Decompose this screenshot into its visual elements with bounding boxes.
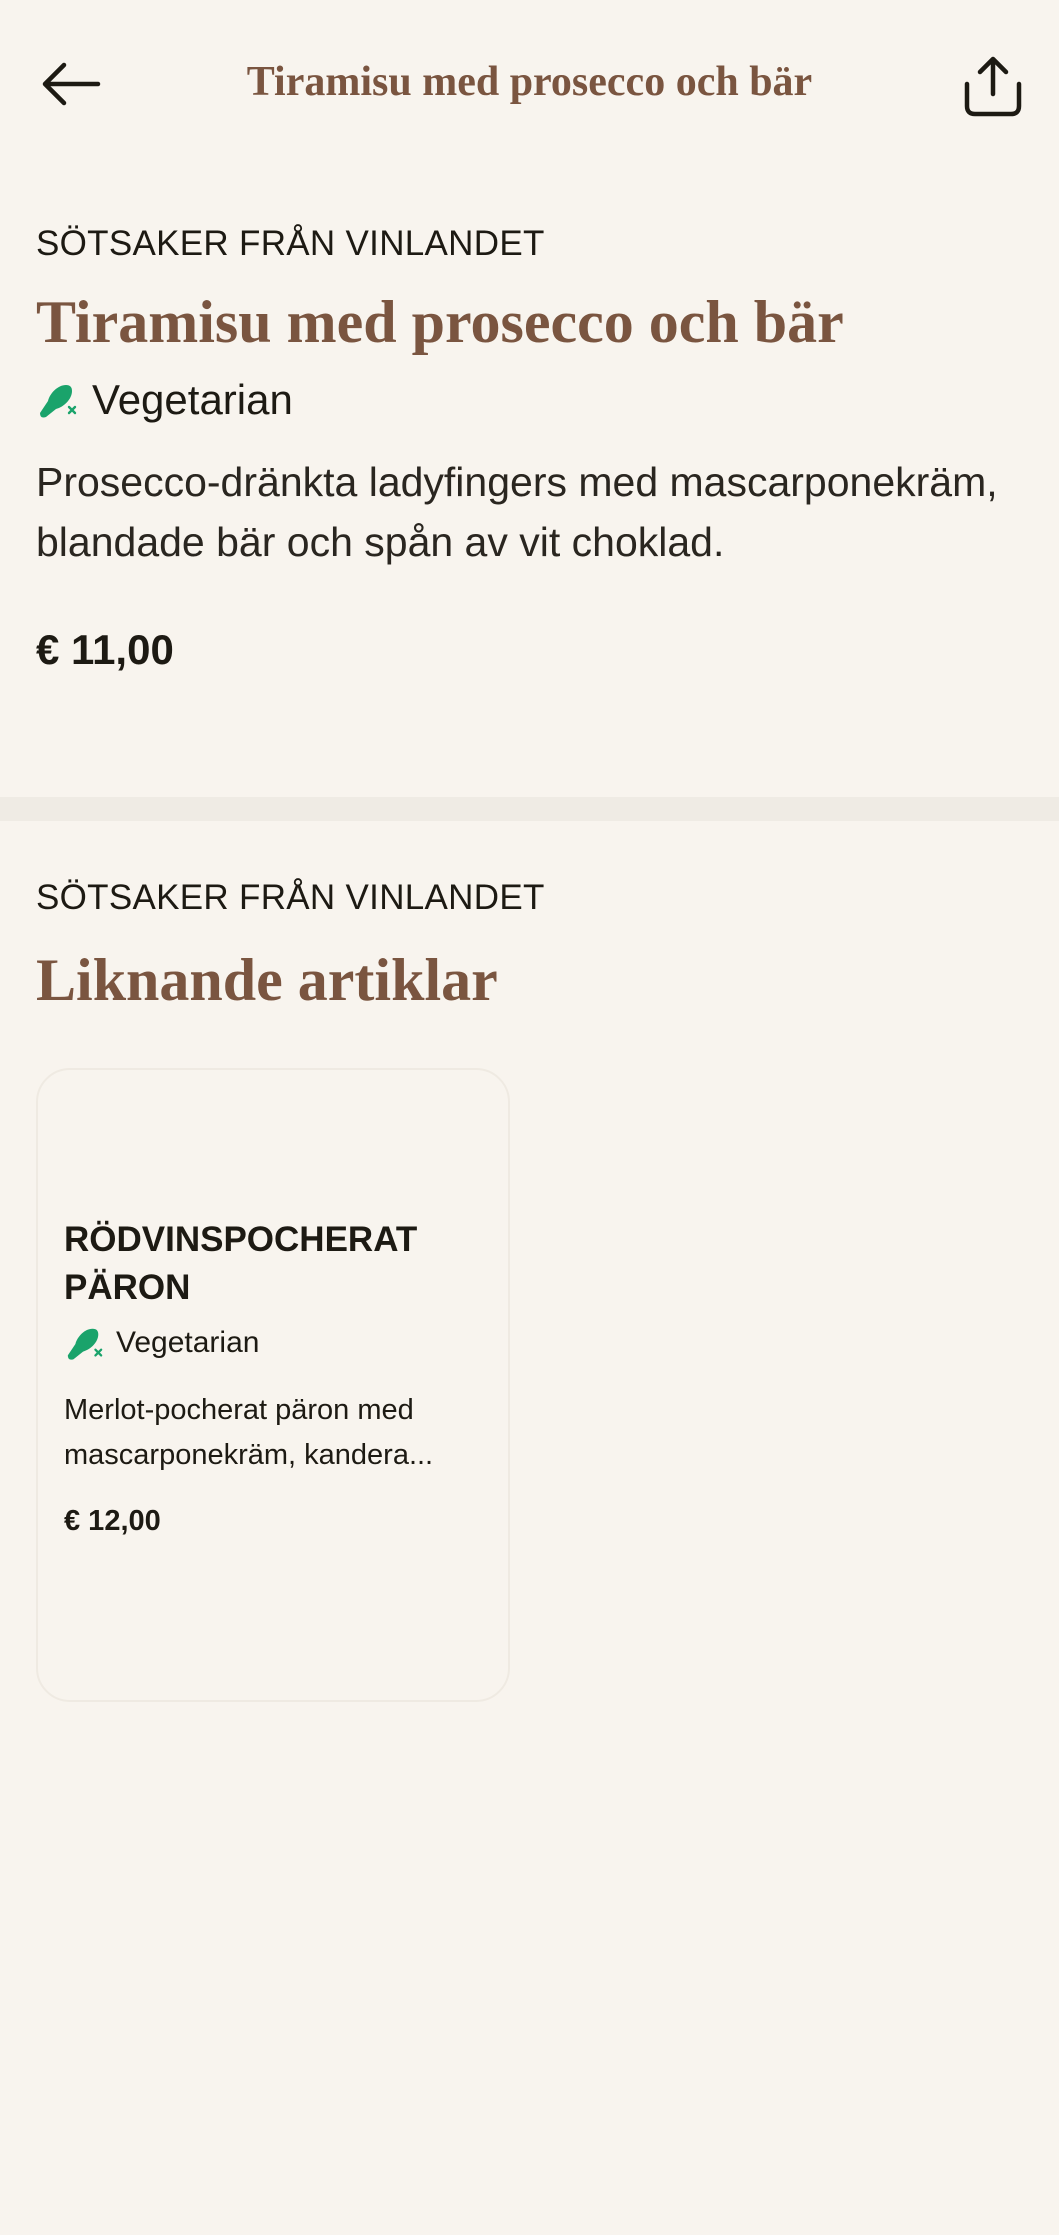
card-dietary-tag: Vegetarian	[64, 1322, 494, 1364]
card-item-price: € 12,00	[64, 1505, 161, 1537]
dietary-tag: Vegetarian	[36, 374, 1026, 426]
similar-title: Liknande artiklar	[36, 947, 498, 1013]
similar-items-section: SÖTSAKER FRÅN VINLANDET Liknande artikla…	[36, 874, 1026, 1016]
dietary-tag-label: Vegetarian	[92, 376, 293, 423]
page-title: Tiramisu med prosecco och bär	[246, 59, 813, 105]
product-name: Tiramisu med prosecco och bär	[36, 289, 844, 355]
arrow-left-icon	[42, 62, 101, 106]
product-category: SÖTSAKER FRÅN VINLANDET	[36, 224, 545, 263]
share-button[interactable]	[957, 50, 1029, 122]
vegetarian-icon	[67, 1328, 103, 1360]
back-button[interactable]	[36, 54, 106, 114]
product-description: Prosecco-dränkta ladyfingers med mascarp…	[36, 459, 998, 565]
card-dietary-tag-label: Vegetarian	[116, 1326, 260, 1359]
similar-item-card[interactable]: RÖDVINSPOCHERAT PÄRON Vegetarian Merlot-…	[36, 1068, 510, 1702]
top-bar: Tiramisu med prosecco och bär	[0, 0, 1059, 170]
card-item-name: RÖDVINSPOCHERAT PÄRON	[64, 1220, 418, 1307]
section-divider	[0, 797, 1059, 821]
vegetarian-icon	[40, 385, 77, 418]
share-icon	[964, 56, 1022, 117]
similar-category: SÖTSAKER FRÅN VINLANDET	[36, 878, 545, 917]
card-body: RÖDVINSPOCHERAT PÄRON Vegetarian Merlot-…	[64, 1216, 494, 1542]
card-item-description: Merlot-pocherat päron med mascarponekräm…	[64, 1394, 434, 1471]
product-price: € 11,00	[36, 626, 174, 673]
product-details: SÖTSAKER FRÅN VINLANDET Tiramisu med pro…	[36, 220, 1026, 676]
